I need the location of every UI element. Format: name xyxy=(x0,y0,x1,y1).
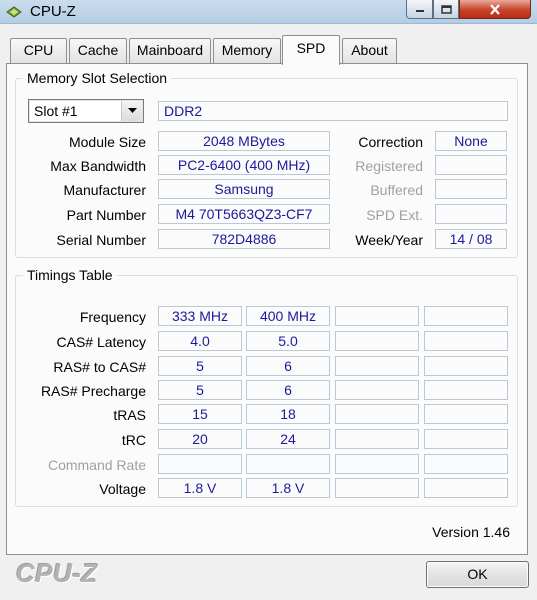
timing-label: Command Rate xyxy=(47,457,146,473)
week-year-value: 14 / 08 xyxy=(435,229,507,249)
module-size-value: 2048 MBytes xyxy=(158,131,330,151)
buffered-value xyxy=(435,179,507,199)
tab-cache[interactable]: Cache xyxy=(69,38,127,63)
timing-value-cell xyxy=(335,454,419,474)
close-button[interactable] xyxy=(459,0,531,19)
timing-label: tRC xyxy=(121,432,146,448)
manufacturer-value: Samsung xyxy=(158,179,330,199)
timing-value-cell: 5 xyxy=(158,356,242,376)
window-title: CPU-Z xyxy=(30,3,76,20)
label-correction: Correction xyxy=(358,134,423,150)
timing-value-cell xyxy=(424,454,508,474)
timing-value-cell xyxy=(335,429,419,449)
tab-mainboard[interactable]: Mainboard xyxy=(129,38,211,63)
label-serial-number: Serial Number xyxy=(56,232,146,248)
timing-value-cell xyxy=(424,356,508,376)
timing-value-cell xyxy=(335,404,419,424)
timing-value-cell: 6 xyxy=(246,380,330,400)
memory-type-field: DDR2 xyxy=(158,101,508,121)
cpu-z-logo: CPU-Z xyxy=(16,558,98,588)
maximize-icon xyxy=(440,4,452,14)
label-week-year: Week/Year xyxy=(355,232,423,248)
timing-value-cell xyxy=(158,454,242,474)
timing-label: RAS# Precharge xyxy=(40,383,146,399)
slot-select[interactable]: Slot #1 xyxy=(28,99,144,123)
tab-cpu[interactable]: CPU xyxy=(10,38,67,63)
timing-label: CAS# Latency xyxy=(56,334,147,350)
group-title-timings: Timings Table xyxy=(23,266,117,284)
timing-value-cell xyxy=(424,404,508,424)
spd-ext-value xyxy=(435,204,507,224)
timing-value-cell xyxy=(335,478,419,498)
label-spd-ext: SPD Ext. xyxy=(366,207,423,223)
label-registered: Registered xyxy=(355,158,423,174)
timing-value-cell xyxy=(424,380,508,400)
timing-label: Frequency xyxy=(79,309,146,325)
timing-value-cell: 333 MHz xyxy=(158,306,242,326)
label-module-size: Module Size xyxy=(68,134,146,150)
max-bandwidth-value: PC2-6400 (400 MHz) xyxy=(158,155,330,175)
timing-value-cell xyxy=(424,306,508,326)
timing-value-cell: 1.8 V xyxy=(246,478,330,498)
timing-value-cell: 20 xyxy=(158,429,242,449)
label-part-number: Part Number xyxy=(66,207,146,223)
timing-value-cell: 1.8 V xyxy=(158,478,242,498)
timing-value-cell: 5 xyxy=(158,380,242,400)
minimize-button[interactable] xyxy=(406,0,433,19)
version-label: Version 1.46 xyxy=(432,524,510,540)
label-manufacturer: Manufacturer xyxy=(63,182,146,198)
timing-value-cell: 6 xyxy=(246,356,330,376)
serial-number-value: 782D4886 xyxy=(158,229,330,249)
timing-value-cell: 15 xyxy=(158,404,242,424)
tab-about[interactable]: About xyxy=(342,38,397,63)
timing-value-cell xyxy=(335,331,419,351)
registered-value xyxy=(435,155,507,175)
maximize-button[interactable] xyxy=(433,0,459,19)
timing-label: Voltage xyxy=(99,481,146,497)
timing-value-cell xyxy=(424,331,508,351)
ok-button[interactable]: OK xyxy=(426,561,529,588)
tab-memory[interactable]: Memory xyxy=(213,38,281,63)
timing-value-cell: 4.0 xyxy=(158,331,242,351)
correction-value: None xyxy=(435,131,507,151)
slot-select-value: Slot #1 xyxy=(34,103,78,119)
close-icon xyxy=(490,3,500,15)
part-number-value: M4 70T5663QZ3-CF7 xyxy=(158,204,330,224)
timing-value-cell: 18 xyxy=(246,404,330,424)
timing-value-cell: 5.0 xyxy=(246,331,330,351)
timing-value-cell xyxy=(424,429,508,449)
tab-spd[interactable]: SPD xyxy=(282,35,340,65)
timing-value-cell xyxy=(335,380,419,400)
timing-value-cell xyxy=(246,454,330,474)
label-max-bandwidth: Max Bandwidth xyxy=(50,158,146,174)
timing-label: tRAS xyxy=(113,407,146,423)
dropdown-arrow-icon[interactable] xyxy=(121,101,142,121)
label-buffered: Buffered xyxy=(370,182,423,198)
timing-label: RAS# to CAS# xyxy=(53,359,146,375)
timing-value-cell: 24 xyxy=(246,429,330,449)
title-bar[interactable]: CPU-Z xyxy=(0,0,537,24)
group-title-slot: Memory Slot Selection xyxy=(23,69,172,87)
cpu-z-app-icon xyxy=(6,6,22,18)
timing-value-cell xyxy=(424,478,508,498)
timing-value-cell: 400 MHz xyxy=(246,306,330,326)
timing-value-cell xyxy=(335,356,419,376)
timing-value-cell xyxy=(335,306,419,326)
minimize-icon xyxy=(415,10,424,12)
